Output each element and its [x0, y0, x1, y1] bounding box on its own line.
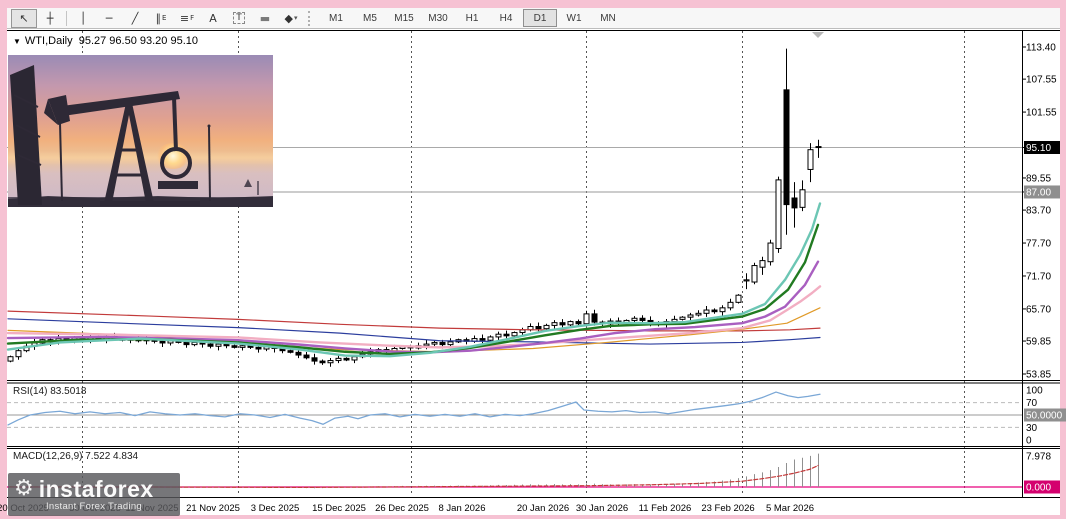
candle — [8, 357, 13, 361]
candle — [792, 198, 797, 208]
candle — [488, 337, 493, 340]
candle — [800, 190, 805, 208]
candle — [552, 323, 557, 326]
candle — [296, 352, 301, 355]
price-axis-label: 101.55 — [1026, 108, 1057, 119]
application-frame: ↖┼│─╱∥E≡FAT▬◆▾M1M5M15M30H1H4D1W1MN 113.4… — [0, 0, 1066, 519]
candle — [760, 261, 765, 268]
instaforex-watermark: ⚙ instaforex Instant Forex Trading — [8, 473, 180, 516]
chart-title: ▼ WTI,Daily 95.27 96.50 93.20 95.10 — [13, 35, 198, 47]
date-axis-label: 8 Jan 2026 — [438, 503, 485, 514]
price-axis-label: 87.00 — [1026, 187, 1051, 198]
instaforex-brand-text: instaforex — [39, 478, 154, 500]
candle — [576, 322, 581, 324]
candle — [184, 342, 189, 344]
price-axis-label: 113.40 — [1026, 43, 1056, 54]
price-axis-label: 95.10 — [1026, 143, 1051, 154]
rsi-axis-label: 70 — [1026, 398, 1038, 409]
candle — [240, 346, 245, 348]
price-axis-label: 65.70 — [1026, 304, 1051, 315]
candle — [704, 310, 709, 313]
candle — [776, 180, 781, 249]
instaforex-gear-icon: ⚙ — [14, 478, 34, 500]
candle — [744, 280, 749, 281]
candle — [728, 302, 733, 307]
candle — [192, 342, 197, 344]
macd-axis-label: 7.978 — [1026, 452, 1051, 463]
candle — [632, 318, 637, 320]
candle — [352, 357, 357, 360]
candle — [784, 90, 789, 205]
price-axis-label: 89.55 — [1026, 173, 1051, 184]
candle — [232, 346, 237, 348]
rsi-axis-label: 100 — [1026, 386, 1043, 397]
candle — [336, 358, 341, 360]
rsi-50-label: 50.0000 — [1026, 411, 1063, 422]
price-axis-label: 53.85 — [1026, 370, 1051, 381]
rsi-axis-label: 0 — [1026, 436, 1032, 447]
candle — [712, 310, 717, 312]
date-axis-label: 20 Jan 2026 — [517, 503, 569, 514]
candle — [696, 313, 701, 315]
price-axis-label: 77.70 — [1026, 239, 1051, 250]
candle — [432, 342, 437, 344]
candle — [496, 334, 501, 337]
candle — [568, 322, 573, 325]
candle — [288, 351, 293, 353]
date-axis-label: 3 Dec 2025 — [251, 503, 300, 514]
candle — [312, 358, 317, 361]
price-axis-label: 107.55 — [1026, 75, 1057, 86]
candle — [328, 361, 333, 363]
date-axis-label: 21 Nov 2025 — [186, 503, 240, 514]
candle — [536, 327, 541, 329]
instaforex-tagline: Instant Forex Trading — [14, 501, 174, 512]
price-axis-label: 59.85 — [1026, 337, 1051, 348]
candle — [256, 347, 261, 349]
candle — [344, 358, 349, 360]
pumpjack-silhouette — [8, 55, 273, 207]
candle — [544, 325, 549, 328]
candle — [584, 314, 589, 324]
article-photo-oil-pumpjack — [8, 55, 273, 207]
candle — [440, 342, 445, 344]
candle — [16, 351, 21, 357]
ohlc-readout: 95.27 96.50 93.20 95.10 — [79, 35, 198, 47]
date-axis-label: 5 Mar 2026 — [766, 503, 814, 514]
candle — [424, 344, 429, 346]
candle — [480, 339, 485, 341]
rsi-axis-label: 30 — [1026, 423, 1038, 434]
symbol-dropdown-icon[interactable]: ▼ — [13, 37, 21, 46]
date-axis-label: 15 Dec 2025 — [312, 503, 366, 514]
candle — [592, 314, 597, 322]
candle — [816, 147, 821, 148]
candle — [560, 323, 565, 325]
candle — [640, 318, 645, 320]
date-axis-label: 11 Feb 2026 — [639, 503, 692, 514]
candle — [304, 355, 309, 358]
candle — [720, 308, 725, 312]
macd-indicator-label: MACD(12,26,9) 7.522 4.834 — [13, 451, 138, 462]
candle — [504, 334, 509, 336]
candle — [208, 344, 213, 346]
candle — [768, 243, 773, 262]
date-axis-label: 26 Dec 2025 — [375, 503, 429, 514]
candle — [448, 342, 453, 345]
candle — [752, 266, 757, 282]
date-axis-label: 30 Jan 2026 — [576, 503, 628, 514]
candle — [512, 333, 517, 336]
candle — [216, 344, 221, 346]
candle — [160, 341, 165, 343]
candle — [688, 315, 693, 317]
price-axis-label: 83.70 — [1026, 206, 1051, 217]
candle — [224, 344, 229, 346]
candle — [736, 295, 741, 302]
candle — [808, 150, 813, 170]
symbol-period-label: WTI,Daily — [25, 35, 73, 47]
candle — [680, 317, 685, 319]
price-axis-label: 71.70 — [1026, 271, 1051, 282]
candle — [320, 361, 325, 363]
rsi-indicator-label: RSI(14) 83.5018 — [13, 386, 86, 397]
macd-zero-label: 0.000 — [1026, 483, 1051, 494]
date-axis-label: 23 Feb 2026 — [701, 503, 754, 514]
